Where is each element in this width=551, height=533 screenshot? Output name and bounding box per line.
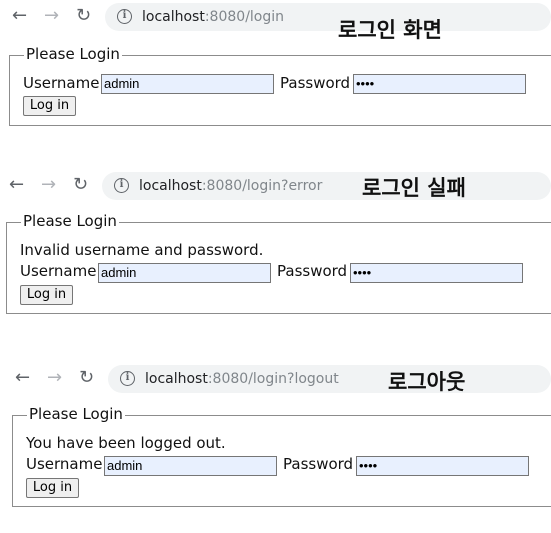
arrow-left-icon[interactable]: ← [15,369,30,387]
info-icon[interactable]: i [120,370,135,386]
password-label: Password [277,262,348,280]
url-host: localhost [139,178,202,194]
username-label: Username [26,455,103,473]
screen-caption: 로그인 화면 [338,18,442,42]
login-fieldset: Please Login Username admin Password •••… [9,45,551,126]
login-screen-panel: ← → ↻ i localhost:8080/login 로그인 화면 Pleas… [0,0,551,130]
arrow-left-icon[interactable]: ← [12,7,27,25]
screen-caption: 로그아웃 [388,370,466,394]
login-legend: Please Login [24,45,122,63]
arrow-right-icon[interactable]: → [44,7,59,25]
password-label: Password [280,74,351,92]
login-fieldset: Please Login You have been logged out. U… [12,405,551,507]
login-button[interactable]: Log in [26,478,79,498]
logout-panel: ← → ↻ i localhost:8080/login?logout 로그아웃 … [0,362,551,512]
browser-toolbar: ← → ↻ i localhost:8080/login?logout [0,362,551,396]
arrow-right-icon[interactable]: → [41,176,56,194]
url-host: localhost [145,371,208,387]
login-fieldset: Please Login Invalid username and passwo… [6,212,551,314]
login-legend: Please Login [21,212,119,230]
url-path: :8080/login?error [201,178,323,194]
username-input[interactable]: admin [104,456,277,476]
password-input[interactable]: •••• [356,456,529,476]
login-button[interactable]: Log in [23,96,76,116]
password-label: Password [283,455,354,473]
reload-icon[interactable]: ↻ [76,7,91,25]
address-bar[interactable]: i localhost:8080/login [105,3,551,31]
url-path: :8080/login [204,9,285,25]
arrow-right-icon[interactable]: → [47,369,62,387]
reload-icon[interactable]: ↻ [73,176,88,194]
info-icon[interactable]: i [117,8,132,24]
url-host: localhost [142,9,205,25]
address-bar[interactable]: i localhost:8080/login?error [102,172,551,200]
info-icon[interactable]: i [114,177,129,193]
username-input[interactable]: admin [98,263,271,283]
password-input[interactable]: •••• [353,74,526,94]
browser-toolbar: ← → ↻ i localhost:8080/login [0,0,551,34]
password-input[interactable]: •••• [350,263,523,283]
screen-caption: 로그인 실패 [362,176,466,200]
username-label: Username [20,262,97,280]
username-input[interactable]: admin [101,74,274,94]
logout-message: You have been logged out. [26,434,226,452]
browser-toolbar: ← → ↻ i localhost:8080/login?error [0,169,551,203]
url-path: :8080/login?logout [207,371,339,387]
login-error-panel: ← → ↻ i localhost:8080/login?error 로그인 실패… [0,169,551,319]
reload-icon[interactable]: ↻ [79,369,94,387]
login-legend: Please Login [27,405,125,423]
arrow-left-icon[interactable]: ← [9,176,24,194]
login-button[interactable]: Log in [20,285,73,305]
error-message: Invalid username and password. [20,241,264,259]
username-label: Username [23,74,100,92]
address-bar[interactable]: i localhost:8080/login?logout [108,365,551,393]
